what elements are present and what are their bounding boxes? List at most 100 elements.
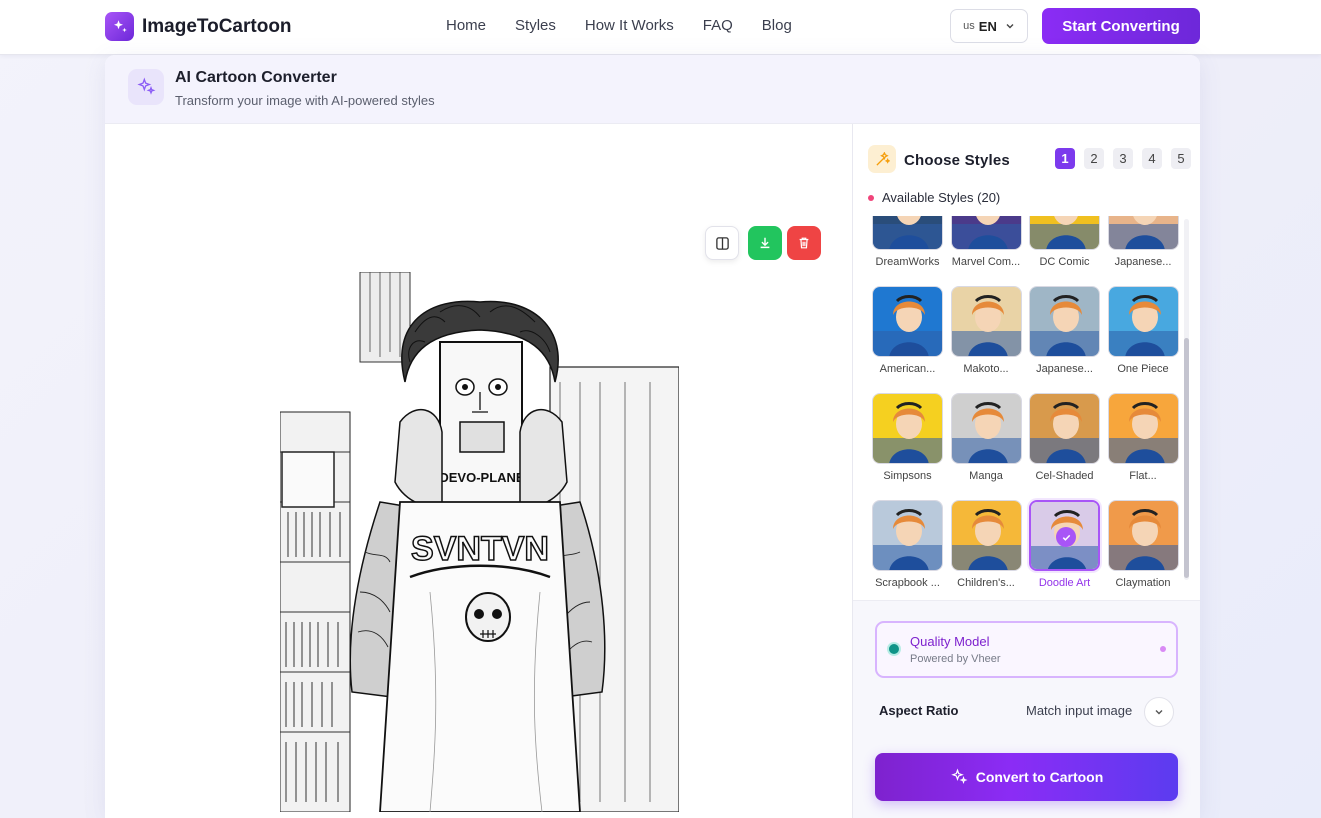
style-option[interactable]: Children's... (950, 500, 1022, 589)
style-thumbnail (1107, 393, 1179, 464)
style-label: Simpsons (883, 470, 932, 482)
aspect-ratio-value[interactable]: Match input image (1026, 703, 1132, 718)
convert-label: Convert to Cartoon (975, 769, 1104, 785)
trash-icon (799, 237, 809, 249)
style-thumbnail (950, 500, 1022, 571)
nav-link-styles[interactable]: Styles (515, 17, 556, 34)
download-icon (760, 237, 770, 249)
pencil-sketch-illustration: DEVO-PLANE SVNTVN (280, 272, 679, 812)
style-thumbnail (1029, 393, 1100, 464)
style-label: DreamWorks (875, 256, 940, 268)
navbar: ImageToCartoon Home Styles How It Works … (0, 0, 1321, 55)
style-option[interactable]: DreamWorks (872, 216, 943, 268)
flag-icon: us (963, 20, 975, 32)
style-option[interactable]: Flat... (1107, 393, 1179, 482)
brand[interactable]: ImageToCartoon (105, 12, 292, 41)
nav-links: Home Styles How It Works FAQ Blog (446, 17, 821, 34)
model-indicator-dot (1160, 646, 1166, 652)
style-label: Scrapbook ... (875, 577, 940, 589)
download-button[interactable] (748, 226, 782, 260)
model-status-dot (889, 644, 899, 654)
style-label: American... (879, 363, 936, 375)
style-option[interactable]: Manga (950, 393, 1022, 482)
sparkle-icon (128, 69, 164, 105)
scrollbar-thumb[interactable] (1184, 338, 1189, 578)
style-thumbnail (872, 286, 943, 357)
style-option[interactable]: Simpsons (872, 393, 943, 482)
available-styles-label: Available Styles (20) (882, 190, 1001, 205)
style-label: Claymation (1115, 577, 1171, 589)
style-grid-viewport: DreamWorks Marvel Com... DC Comic Japanese.… (853, 216, 1200, 600)
chevron-down-icon (1155, 710, 1163, 715)
style-label: Flat... (1129, 470, 1157, 482)
quality-model-selector[interactable]: Quality Model Powered by Vheer (875, 621, 1178, 678)
style-thumbnail (872, 500, 943, 571)
style-option[interactable]: Makoto... (950, 286, 1022, 375)
style-option[interactable]: Cel-Shaded (1029, 393, 1100, 482)
language-selector[interactable]: us EN (950, 9, 1028, 43)
start-converting-button[interactable]: Start Converting (1042, 8, 1200, 44)
svg-text:DEVO-PLANE: DEVO-PLANE (439, 470, 525, 485)
style-thumbnail (872, 216, 943, 250)
available-styles: Available Styles (20) (868, 190, 1000, 205)
brand-name: ImageToCartoon (142, 15, 292, 37)
preview-area: DEVO-PLANE SVNTVN (105, 124, 852, 818)
style-option[interactable]: DC Comic (1029, 216, 1100, 268)
nav-link-faq[interactable]: FAQ (703, 17, 733, 34)
style-label: Cel-Shaded (1035, 470, 1094, 482)
language-code: EN (978, 18, 997, 34)
page-button-5[interactable]: 5 (1171, 148, 1191, 169)
nav-link-how-it-works[interactable]: How It Works (585, 17, 674, 34)
converter-card: AI Cartoon Converter Transform your imag… (105, 55, 1200, 818)
delete-button[interactable] (787, 226, 821, 260)
style-thumbnail (950, 286, 1022, 357)
style-option[interactable]: Japanese... (1029, 286, 1100, 375)
style-label: DC Comic (1039, 256, 1090, 268)
style-label: Doodle Art (1038, 577, 1091, 589)
style-label: One Piece (1117, 363, 1169, 375)
aspect-ratio-dropdown[interactable] (1144, 697, 1174, 727)
style-thumbnail (1107, 216, 1179, 250)
style-label: Marvel Com... (951, 256, 1021, 268)
style-thumbnail (1029, 500, 1100, 571)
card-header: AI Cartoon Converter Transform your imag… (105, 55, 1200, 124)
model-name: Quality Model (910, 634, 990, 649)
style-option[interactable]: Japanese... (1107, 216, 1179, 268)
compare-button[interactable] (705, 226, 739, 260)
page-button-3[interactable]: 3 (1113, 148, 1133, 169)
model-provider: Powered by Vheer (910, 653, 1001, 665)
page-button-2[interactable]: 2 (1084, 148, 1104, 169)
style-thumbnail (950, 393, 1022, 464)
style-option[interactable]: Marvel Com... (950, 216, 1022, 268)
style-option[interactable]: Doodle Art (1029, 500, 1100, 589)
style-option[interactable]: Claymation (1107, 500, 1179, 589)
style-thumbnail (950, 216, 1022, 250)
convert-to-cartoon-button[interactable]: Convert to Cartoon (875, 753, 1178, 801)
sparkle-logo-icon (105, 12, 134, 41)
style-label: Japanese... (1114, 256, 1172, 268)
style-thumbnail (1029, 216, 1100, 250)
styles-panel: Choose Styles 1 2 3 4 5 Available Styles… (853, 124, 1200, 818)
style-option[interactable]: American... (872, 286, 943, 375)
page-title: AI Cartoon Converter (175, 69, 337, 86)
nav-link-home[interactable]: Home (446, 17, 486, 34)
page-subtitle: Transform your image with AI-powered sty… (175, 93, 435, 108)
style-thumbnail (1029, 286, 1100, 357)
style-thumbnail (872, 393, 943, 464)
styles-title: Choose Styles (904, 152, 1010, 169)
style-label: Japanese... (1036, 363, 1093, 375)
style-label: Manga (969, 470, 1003, 482)
aspect-ratio-label: Aspect Ratio (879, 703, 959, 718)
nav-link-blog[interactable]: Blog (762, 17, 792, 34)
svg-text:SVNTVN: SVNTVN (411, 530, 549, 568)
split-view-icon (715, 236, 729, 250)
style-pagination: 1 2 3 4 5 (1055, 148, 1200, 169)
page-button-4[interactable]: 4 (1142, 148, 1162, 169)
style-option[interactable]: One Piece (1107, 286, 1179, 375)
sparkle-icon (950, 768, 968, 785)
status-dot (868, 194, 874, 201)
style-thumbnail (1107, 500, 1179, 571)
style-thumbnail (1107, 286, 1179, 357)
style-option[interactable]: Scrapbook ... (872, 500, 943, 589)
page-button-1[interactable]: 1 (1055, 148, 1075, 169)
